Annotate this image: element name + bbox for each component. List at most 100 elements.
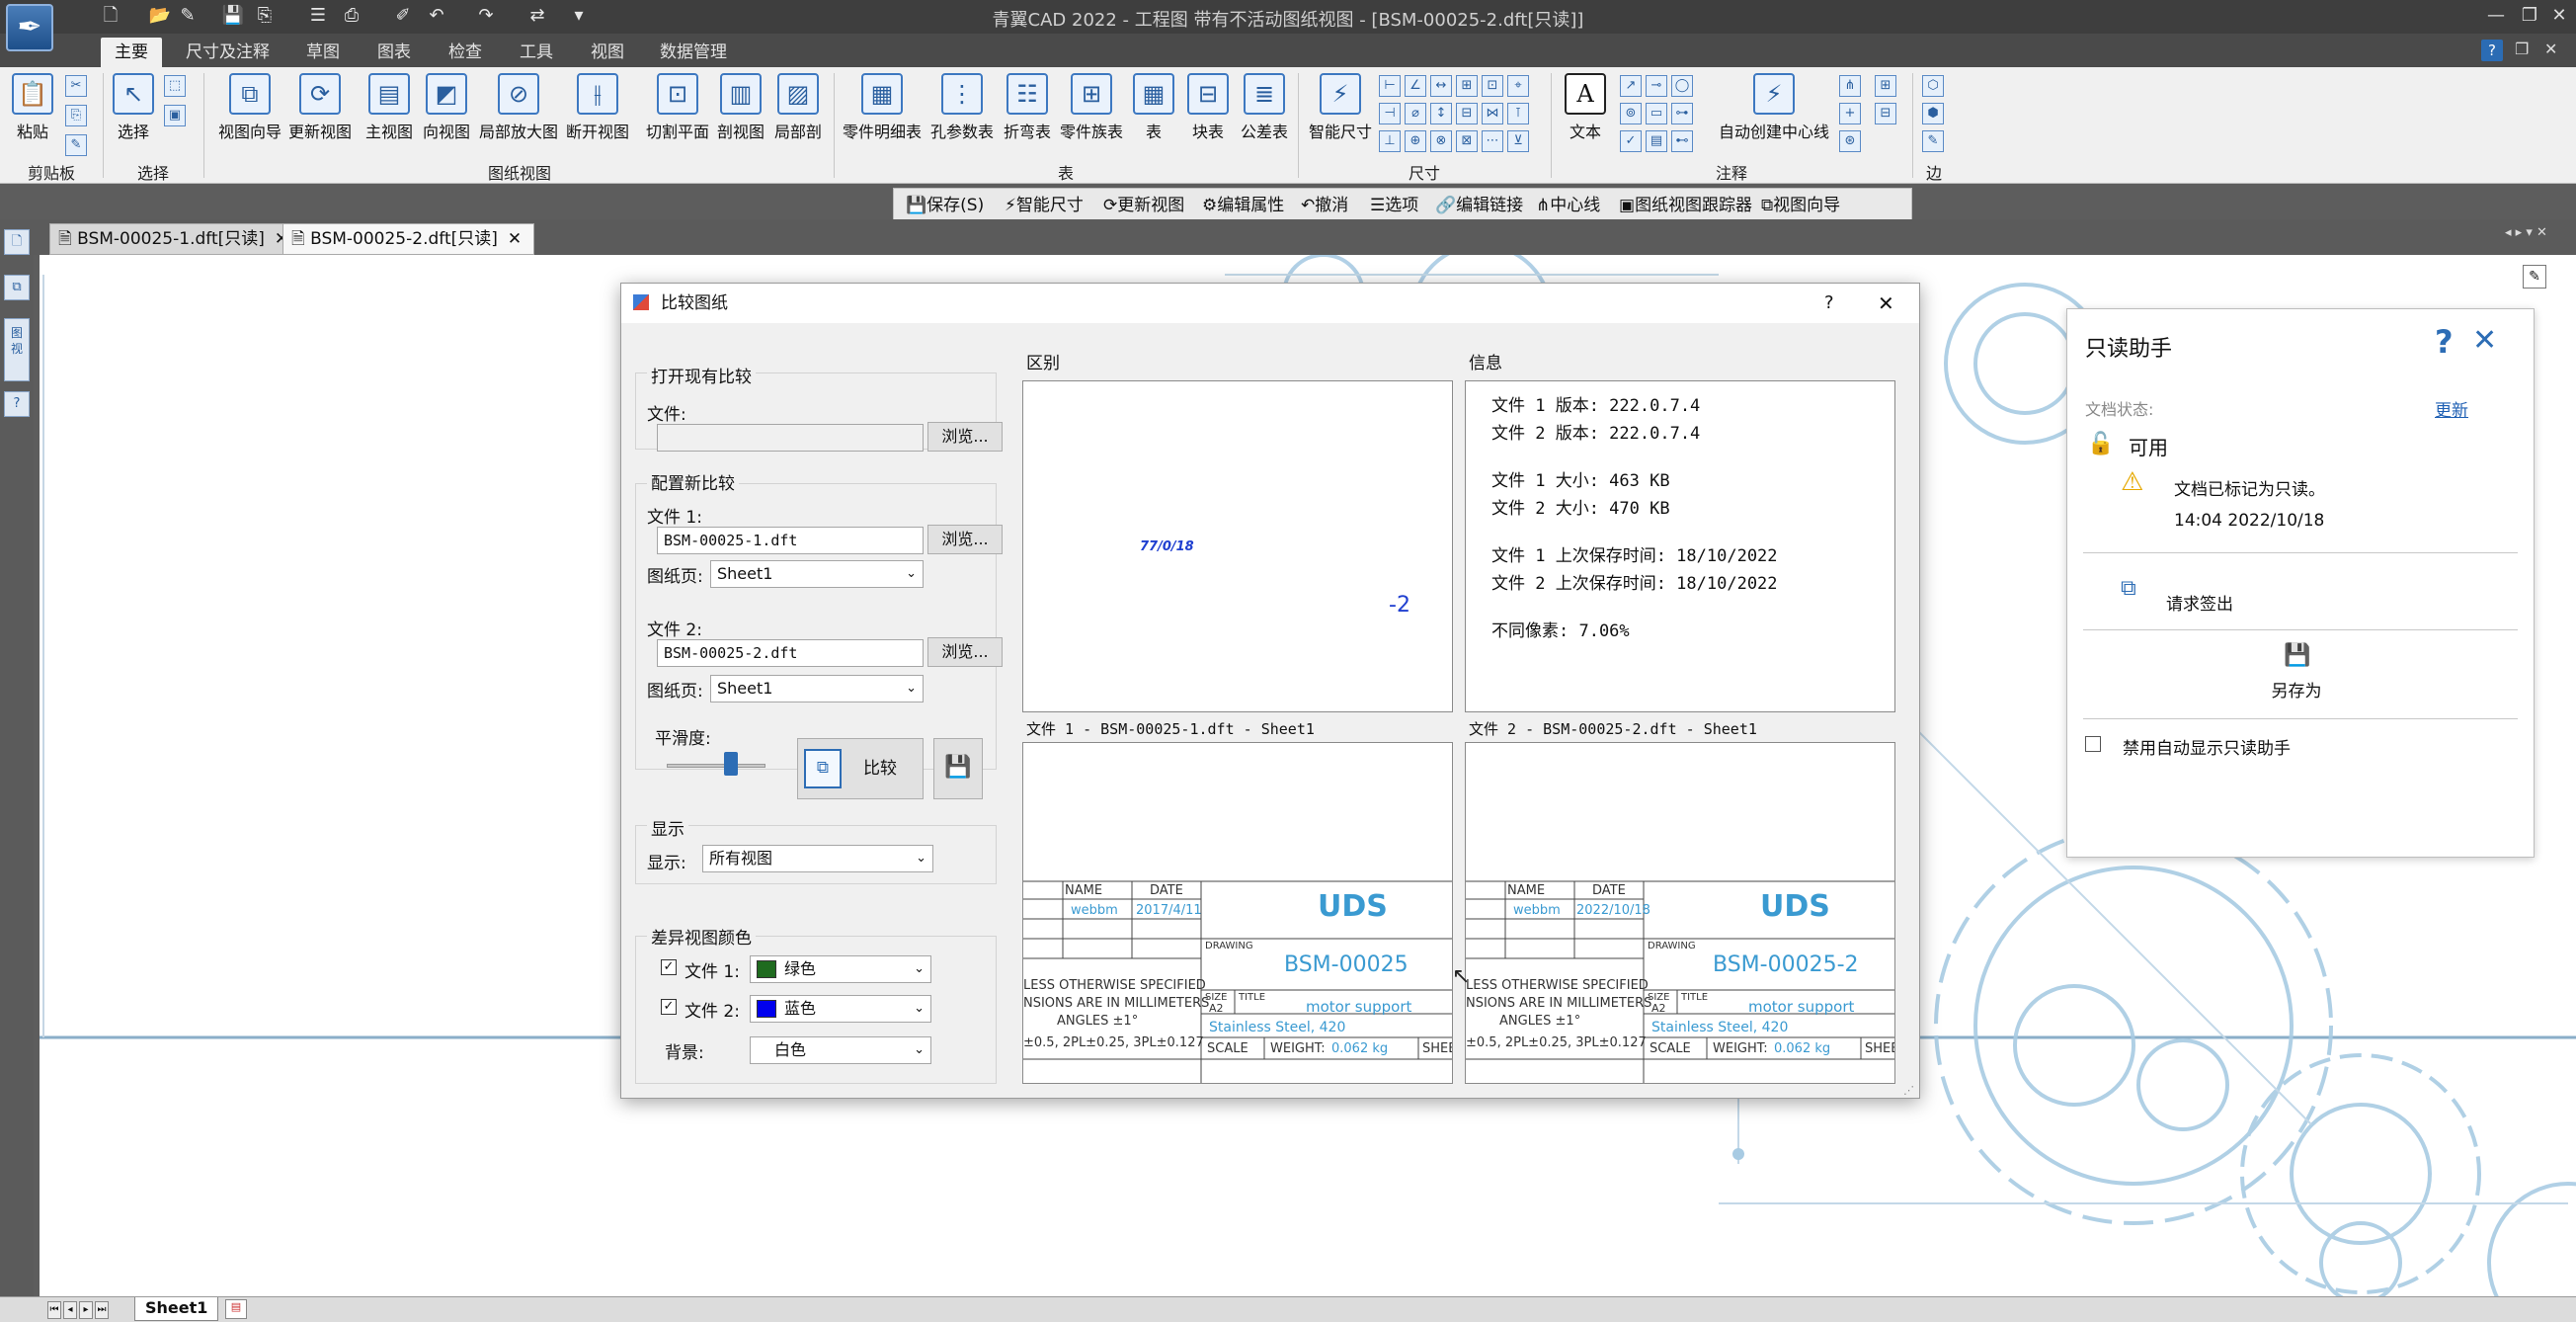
annotation-tool-icon-3[interactable]: ✓ <box>1620 130 1642 152</box>
cmd-save-button[interactable]: 💾保存(S) <box>906 193 984 218</box>
save-icon[interactable]: 💾 <box>221 4 245 28</box>
dimension-tool-icon-11[interactable]: ⊟ <box>1456 103 1478 124</box>
cmd-update-views-button[interactable]: ⟳更新视图 <box>1103 193 1184 218</box>
cmd-undo-button[interactable]: ↶撤消 <box>1301 193 1348 218</box>
tab-main[interactable]: 主要 <box>101 38 162 67</box>
save-as-button[interactable]: 另存为 <box>2257 677 2336 702</box>
browse-file2-button[interactable]: 浏览... <box>927 637 1003 667</box>
file1-color-checkbox[interactable]: ✓ <box>661 959 677 975</box>
doc-tab-close-icon[interactable]: ✕ <box>508 229 522 249</box>
centerline-tool-icon-3[interactable]: ⊛ <box>1839 130 1861 152</box>
diff-preview-panel[interactable]: 77/0/18 -2 <box>1022 380 1453 712</box>
format-painter-icon[interactable]: ✎ <box>65 134 87 156</box>
cmd-view-tracker-button[interactable]: ▣图纸视图跟踪器 <box>1619 193 1752 218</box>
save-all-icon[interactable]: ⎘ <box>253 4 277 28</box>
minimize-icon[interactable]: — <box>2479 2 2513 30</box>
smart-dimension-button[interactable]: ⚡ 智能尺寸 <box>1306 73 1375 164</box>
background-color-select[interactable]: 白色 ⌄ <box>750 1036 931 1064</box>
compare-button[interactable]: ⧉ 比较 <box>797 738 924 799</box>
tab-chart[interactable]: 图表 <box>363 38 425 67</box>
tab-view[interactable]: 视图 <box>577 38 638 67</box>
helper-close-icon[interactable]: ✕ <box>2472 323 2497 358</box>
block-table-button[interactable]: ⊟ 块表 <box>1183 73 1233 164</box>
help-panel-icon[interactable]: ? <box>4 391 30 417</box>
window-close-icon[interactable]: ✕ <box>2542 2 2576 30</box>
app-logo-icon[interactable]: ✒ <box>6 4 53 51</box>
hole-table-button[interactable]: ⋮ 孔参数表 <box>926 73 998 164</box>
view-wizard-button[interactable]: ⧉ 视图向导 <box>213 73 286 164</box>
dimension-tool-icon-9[interactable]: ⊗ <box>1430 130 1452 152</box>
sheet-tab[interactable]: Sheet1 <box>134 1297 219 1321</box>
select-filter-icon[interactable]: ⬚ <box>164 75 186 97</box>
file1-preview-panel[interactable]: NAME DATE webbm 2017/4/11 UDS DRAWING BS… <box>1022 742 1453 1084</box>
parts-list-button[interactable]: ▦ 零件明细表 <box>840 73 925 164</box>
select-button[interactable]: ↖ 选择 <box>109 73 158 164</box>
layers-icon[interactable]: ⧉ <box>4 275 30 300</box>
update-views-button[interactable]: ⟳ 更新视图 <box>284 73 356 164</box>
file2-preview-panel[interactable]: NAME DATE webbm 2022/10/18 UDS DRAWING B… <box>1465 742 1895 1084</box>
dimension-tool-icon-10[interactable]: ⊞ <box>1456 75 1478 97</box>
table-button[interactable]: ▦ 表 <box>1132 73 1175 164</box>
list-icon[interactable]: ☰ <box>306 4 330 28</box>
annotation-tool-icon-7[interactable]: ◯ <box>1671 75 1693 97</box>
ribbon-close-icon[interactable]: ✕ <box>2544 40 2557 58</box>
file2-input[interactable]: BSM-00025-2.dft <box>657 639 924 667</box>
next-sheet-icon[interactable]: ▸ <box>79 1301 93 1319</box>
text-button[interactable]: A 文本 <box>1561 73 1610 164</box>
main-view-button[interactable]: ▤ 主视图 <box>362 73 417 164</box>
annotation-tool-icon-8[interactable]: ⊶ <box>1671 103 1693 124</box>
open-file-icon[interactable]: 📂 <box>148 4 172 28</box>
dialog-close-icon[interactable]: ✕ <box>1878 284 1894 323</box>
projected-view-button[interactable]: ◩ 向视图 <box>419 73 474 164</box>
resize-grip-icon[interactable]: ⋰ <box>1903 1084 1914 1097</box>
smoothness-slider-track[interactable] <box>667 764 765 768</box>
doc-tab-file2[interactable]: 🗎 BSM-00025-2.dft[只读] ✕ <box>282 223 535 255</box>
disable-auto-checkbox[interactable] <box>2085 736 2101 752</box>
customize-qat-icon[interactable]: ▾ <box>567 4 591 28</box>
dimension-tool-icon-16[interactable]: ⌖ <box>1507 75 1529 97</box>
tolerance-table-button[interactable]: ≣ 公差表 <box>1237 73 1292 164</box>
dimension-tool-icon-14[interactable]: ⋈ <box>1482 103 1503 124</box>
undo-icon[interactable]: ↶ <box>425 4 448 28</box>
new-file-icon[interactable]: 🗋 <box>99 4 122 28</box>
annotation-extra-icon-2[interactable]: ⊟ <box>1875 103 1896 124</box>
edge-tool-icon-2[interactable]: ⬢ <box>1922 103 1944 124</box>
annotation-tool-icon-5[interactable]: ▭ <box>1646 103 1667 124</box>
dimension-tool-icon-4[interactable]: ∠ <box>1405 75 1426 97</box>
tab-inspect[interactable]: 检查 <box>435 38 496 67</box>
annotation-tool-icon-6[interactable]: ▤ <box>1646 130 1667 152</box>
bend-table-button[interactable]: ☷ 折弯表 <box>996 73 1059 164</box>
cmd-options-button[interactable]: ☰选项 <box>1370 193 1418 218</box>
family-table-button[interactable]: ⊞ 零件族表 <box>1057 73 1126 164</box>
edit-pen-icon[interactable]: ✎ <box>2523 265 2546 289</box>
dimension-tool-icon-15[interactable]: ⋯ <box>1482 130 1503 152</box>
dimension-tool-icon-1[interactable]: ⊢ <box>1379 75 1401 97</box>
file1-input[interactable]: BSM-00025-1.dft <box>657 527 924 554</box>
ribbon-restore-icon[interactable]: ❐ <box>2515 40 2529 58</box>
dimension-tool-icon-13[interactable]: ⊡ <box>1482 75 1503 97</box>
edge-tool-icon-3[interactable]: ✎ <box>1922 130 1944 152</box>
edge-tool-icon-1[interactable]: ⬡ <box>1922 75 1944 97</box>
annotation-tool-icon-4[interactable]: ⊸ <box>1646 75 1667 97</box>
prev-sheet-icon[interactable]: ◂ <box>63 1301 77 1319</box>
select-box-icon[interactable]: ▣ <box>164 105 186 126</box>
tab-sketch[interactable]: 草图 <box>292 38 354 67</box>
cmd-smart-dimension-button[interactable]: ⚡智能尺寸 <box>1005 193 1084 218</box>
auto-centerline-button[interactable]: ⚡ 自动创建中心线 <box>1715 73 1833 164</box>
dialog-help-icon[interactable]: ? <box>1824 284 1834 323</box>
request-checkout-link[interactable]: 请求签出 <box>2166 590 2233 615</box>
cut-icon[interactable]: ✂ <box>65 75 87 97</box>
centerline-tool-icon-2[interactable]: + <box>1839 103 1861 124</box>
tab-tools[interactable]: 工具 <box>506 38 567 67</box>
centerline-tool-icon-1[interactable]: ⋔ <box>1839 75 1861 97</box>
cmd-view-wizard-button[interactable]: ⧉视图向导 <box>1761 193 1840 218</box>
helper-help-icon[interactable]: ? <box>2435 323 2454 361</box>
cmd-edit-links-button[interactable]: 🔗编辑链接 <box>1435 193 1523 218</box>
dimension-tool-icon-17[interactable]: ⊺ <box>1507 103 1529 124</box>
file1-color-select[interactable]: 绿色 ⌄ <box>750 955 931 983</box>
file2-color-select[interactable]: 蓝色 ⌄ <box>750 995 931 1023</box>
save-comparison-icon[interactable]: 💾 <box>933 738 983 799</box>
copy-icon[interactable]: ⎘ <box>65 105 87 126</box>
dimension-tool-icon-6[interactable]: ⊕ <box>1405 130 1426 152</box>
file2-color-checkbox[interactable]: ✓ <box>661 999 677 1015</box>
